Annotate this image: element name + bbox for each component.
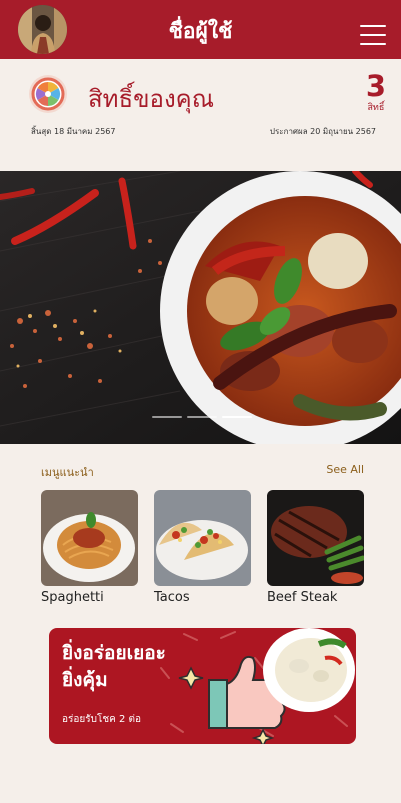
promo-subtext: อร่อยรับโชค 2 ต่อ	[62, 714, 142, 725]
tacos-image	[154, 490, 251, 586]
rights-count-unit: สิทธิ์	[367, 103, 385, 113]
menu-card-tacos[interactable]: Tacos	[154, 490, 251, 605]
beef-steak-image	[267, 490, 364, 586]
promo-headline: ยิ่งอร่อยเยอะ ยิ่งคุ้ม	[62, 640, 166, 694]
menu-card-spaghetti[interactable]: Spaghetti	[41, 490, 138, 605]
expiry-date: สิ้นสุด 18 มีนาคม 2567	[31, 127, 116, 136]
hamburger-menu-icon[interactable]	[360, 25, 386, 46]
menu-card-label: Spaghetti	[41, 590, 104, 605]
see-all-link[interactable]: See All	[326, 463, 364, 476]
menu-card-label: Beef Steak	[267, 590, 338, 605]
hero-carousel[interactable]	[0, 171, 401, 444]
recommended-title: เมนูแนะนำ	[41, 466, 94, 479]
carousel-dot-2[interactable]	[187, 416, 217, 418]
carousel-dot-1[interactable]	[152, 416, 182, 418]
app-header: ชื่อผู้ใช้	[0, 0, 401, 59]
rights-counter: 3 สิทธิ์	[366, 71, 386, 114]
username-title: ชื่อผู้ใช้	[168, 19, 233, 43]
carousel-indicators	[152, 416, 262, 420]
spaghetti-image	[41, 490, 138, 586]
hero-image	[0, 171, 401, 444]
carousel-dot-3[interactable]	[222, 416, 252, 418]
promo-line-2: ยิ่งคุ้ม	[62, 669, 108, 691]
rights-title: สิทธิ์ของคุณ	[88, 85, 214, 113]
menu-card-label: Tacos	[154, 590, 190, 605]
announcement-date: ประกาศผล 20 มิถุนายน 2567	[269, 127, 376, 136]
menu-card-beef-steak[interactable]: Beef Steak	[267, 490, 364, 605]
promo-line-1: ยิ่งอร่อยเยอะ	[62, 642, 166, 664]
rights-count-value: 3	[365, 69, 386, 103]
lucky-wheel-icon	[28, 74, 68, 114]
promo-banner[interactable]: ยิ่งอร่อยเยอะ ยิ่งคุ้ม อร่อยรับโชค 2 ต่อ	[49, 628, 356, 744]
